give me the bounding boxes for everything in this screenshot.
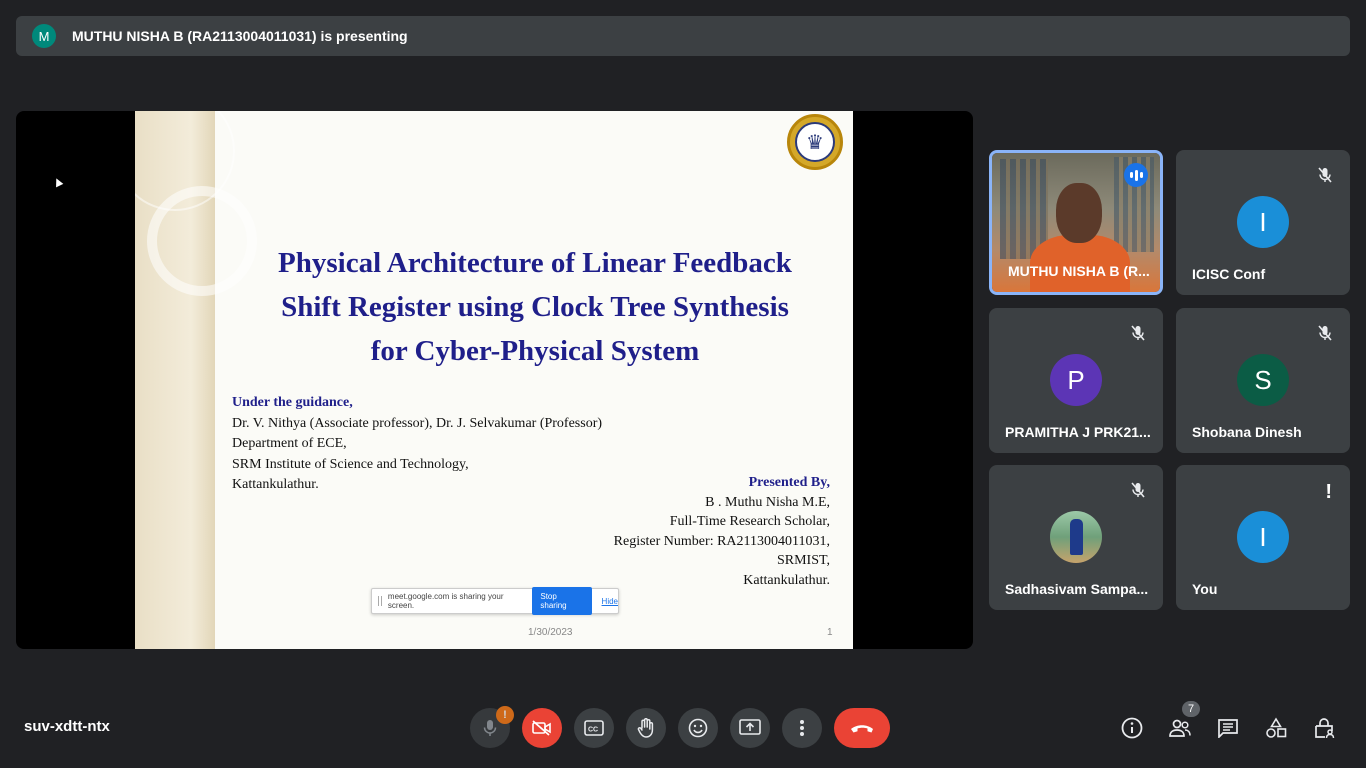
participant-tile-you[interactable]: ! I You (1176, 465, 1350, 610)
mic-off-icon (1314, 164, 1336, 186)
microphone-button[interactable]: ! (470, 706, 514, 748)
presenting-banner: M MUTHU NISHA B (RA2113004011031) is pre… (16, 16, 1350, 56)
guidance-line: Department of ECE, (232, 436, 347, 451)
warning-icon: ! (1325, 481, 1332, 503)
mic-off-icon (1314, 322, 1336, 344)
guidance-heading: Under the guidance, (232, 395, 353, 410)
presenter-heading: Presented By, (748, 475, 830, 490)
reactions-button[interactable] (678, 708, 718, 748)
screen-share-bar: meet.google.com is sharing your screen. … (371, 587, 619, 615)
people-button[interactable] (1168, 716, 1192, 740)
captions-icon: CC (584, 720, 604, 736)
people-count-badge: 7 (1182, 701, 1200, 717)
slide-decor-strip (135, 111, 257, 649)
mic-alert-badge: ! (496, 706, 514, 724)
raise-hand-button[interactable] (626, 708, 666, 748)
guidance-line: SRM Institute of Science and Technology, (232, 456, 469, 472)
hang-up-icon (851, 725, 873, 733)
participant-avatar: P (1050, 354, 1102, 406)
participant-tile-muthu[interactable]: MUTHU NISHA B (R... (989, 150, 1163, 295)
mic-off-icon (1127, 322, 1149, 344)
share-bar-text: meet.google.com is sharing your screen. (387, 592, 504, 610)
more-vert-icon (800, 720, 804, 736)
presenter-line: B . Muthu Nisha M.E, (705, 494, 830, 510)
presenter-line: Register Number: RA2113004011031, (613, 533, 830, 549)
hand-icon (637, 718, 654, 738)
info-icon (1121, 717, 1143, 739)
captions-button[interactable]: CC (574, 708, 614, 748)
slide-title-line: for Cyber-Physical System (370, 335, 700, 367)
participant-name: Sadhasivam Sampa... (1005, 581, 1149, 597)
guidance-line: Dr. V. Nithya (Associate professor), Dr.… (232, 415, 603, 431)
participant-avatar: S (1237, 354, 1289, 406)
participant-avatar: I (1237, 196, 1289, 248)
university-logo-icon: ♛ (787, 114, 843, 170)
mouse-cursor-icon (52, 176, 64, 188)
present-icon (739, 719, 761, 735)
presenter-line: Full-Time Research Scholar, (669, 514, 830, 529)
slide-title: Physical Architecture of Linear Feedback… (225, 241, 845, 373)
guidance-line: Kattankulathur. (232, 477, 319, 492)
microphone-icon (483, 720, 497, 736)
lock-person-icon (1315, 718, 1335, 739)
activities-icon (1266, 717, 1287, 738)
participant-name: You (1192, 581, 1218, 597)
people-icon (1169, 719, 1191, 737)
slide-title-line: Physical Architecture of Linear Feedback (278, 247, 792, 279)
mic-off-icon (1127, 479, 1149, 501)
chat-icon (1218, 719, 1238, 738)
speaking-indicator-icon (1124, 163, 1148, 187)
chat-button[interactable] (1216, 716, 1240, 740)
activities-button[interactable] (1264, 716, 1288, 740)
svg-text:CC: CC (588, 727, 598, 734)
presenter-avatar: M (32, 24, 56, 48)
presentation-stage[interactable]: ♛ Physical Architecture of Linear Feedba… (16, 111, 973, 649)
camera-off-button[interactable] (522, 708, 562, 748)
participant-photo-avatar (1050, 511, 1102, 563)
participant-name: Shobana Dinesh (1192, 424, 1302, 440)
host-controls-button[interactable] (1312, 716, 1336, 740)
presenter-line: Kattankulathur. (743, 572, 830, 588)
shared-slide: ♛ Physical Architecture of Linear Feedba… (135, 111, 853, 649)
presenting-text: MUTHU NISHA B (RA2113004011031) is prese… (72, 28, 408, 44)
presenter-block: Presented By, B . Muthu Nisha M.E, Full-… (614, 473, 830, 590)
guidance-block: Under the guidance, Dr. V. Nithya (Assoc… (232, 393, 602, 496)
presenter-line: SRMIST, (776, 553, 830, 568)
slide-title-line: Shift Register using Clock Tree Synthesi… (281, 291, 789, 323)
camera-off-icon (532, 720, 551, 736)
participant-name: ICISC Conf (1192, 266, 1266, 282)
slide-page-number: 1 (827, 627, 833, 638)
stop-sharing-button[interactable]: Stop sharing (532, 587, 592, 615)
participant-name: PRAMITHA J PRK21... (1005, 424, 1151, 440)
meeting-details-button[interactable] (1120, 716, 1144, 740)
hide-link[interactable]: Hide (602, 597, 618, 606)
leave-call-button[interactable] (834, 708, 890, 748)
present-screen-button[interactable] (730, 708, 770, 748)
participant-name: MUTHU NISHA B (R... (1008, 263, 1150, 279)
participant-tile-pramitha[interactable]: P PRAMITHA J PRK21... (989, 308, 1163, 453)
slide-date: 1/30/2023 (528, 627, 573, 638)
participant-tile-sadhasivam[interactable]: Sadhasivam Sampa... (989, 465, 1163, 610)
participant-avatar: I (1237, 511, 1289, 563)
meeting-code: suv-xdtt-ntx (24, 718, 110, 735)
participant-tile-shobana[interactable]: S Shobana Dinesh (1176, 308, 1350, 453)
participant-tile-icisc[interactable]: I ICISC Conf (1176, 150, 1350, 295)
more-options-button[interactable] (782, 708, 822, 748)
emoji-icon (688, 718, 708, 738)
drag-handle-icon[interactable] (378, 596, 382, 606)
